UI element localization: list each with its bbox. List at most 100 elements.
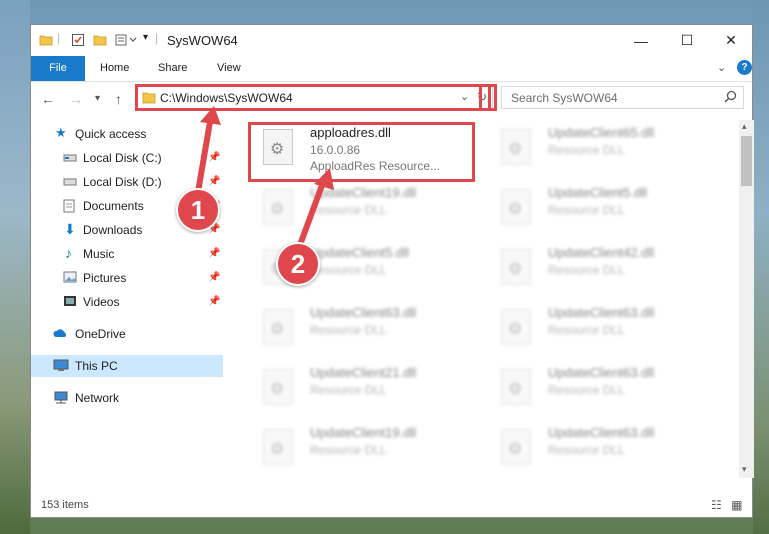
network-icon bbox=[53, 391, 68, 404]
sidebar-item-label: Videos bbox=[83, 295, 120, 309]
tab-file[interactable]: File bbox=[31, 56, 85, 81]
pin-icon: 📌 bbox=[208, 272, 221, 283]
sidebar-item-network[interactable]: Network bbox=[31, 387, 223, 409]
file-name: UpdateClient63.dll bbox=[310, 305, 417, 320]
file-name: UpdateClient19.dll bbox=[310, 425, 417, 440]
file-description: Resource DLL bbox=[548, 323, 625, 337]
sidebar-item-label: Music bbox=[83, 247, 115, 261]
details-view-icon[interactable]: ☷ bbox=[711, 498, 722, 512]
new-folder-icon[interactable] bbox=[93, 33, 107, 49]
file-description: Resource DLL bbox=[310, 443, 387, 457]
drive-icon bbox=[63, 175, 77, 188]
tab-view[interactable]: View bbox=[217, 56, 241, 81]
gear-icon: ⚙ bbox=[508, 321, 523, 338]
dll-file-icon: ⚙ bbox=[501, 189, 531, 225]
customize-toolbar-icon[interactable] bbox=[115, 33, 137, 49]
downloads-icon: ⬇ bbox=[64, 221, 76, 237]
search-icon[interactable] bbox=[724, 90, 737, 106]
dll-file-icon: ⚙ bbox=[501, 369, 531, 405]
help-icon[interactable]: ? bbox=[737, 60, 752, 75]
file-description: Resource DLL bbox=[310, 203, 387, 217]
large-icons-view-icon[interactable]: ▦ bbox=[731, 498, 742, 512]
close-button[interactable]: ✕ bbox=[708, 25, 754, 56]
star-icon: ★ bbox=[55, 125, 67, 140]
videos-icon bbox=[63, 295, 77, 308]
pin-icon: 📌 bbox=[208, 152, 221, 163]
separator: | bbox=[155, 31, 159, 45]
scroll-down-icon[interactable]: ▾ bbox=[742, 464, 747, 475]
dll-file-icon: ⚙ bbox=[501, 129, 531, 165]
expand-ribbon-icon[interactable]: ⌄ bbox=[717, 61, 726, 74]
search-input[interactable]: Search SysWOW64 bbox=[511, 91, 618, 105]
dll-file-icon: ⚙ bbox=[501, 249, 531, 285]
sidebar-item-this-pc[interactable]: This PC bbox=[31, 355, 223, 377]
sidebar-item-quick-access[interactable]: ★ Quick access bbox=[31, 123, 223, 145]
file-description: Resource DLL bbox=[548, 263, 625, 277]
file-item[interactable]: ⚙ UpdateClient63.dll Resource DLL bbox=[489, 305, 709, 365]
file-name: UpdateClient21.dll bbox=[310, 365, 417, 380]
explorer-window: | ▾ | SysWOW64 — ☐ ✕ File Home Share Vie… bbox=[30, 24, 754, 518]
file-item[interactable]: ⚙ UpdateClient19.dll Resource DLL bbox=[251, 185, 471, 245]
file-item[interactable]: ⚙ UpdateClient63.dll Resource DLL bbox=[251, 305, 471, 365]
back-arrow-icon[interactable]: ← bbox=[41, 91, 55, 107]
tab-share[interactable]: Share bbox=[158, 56, 187, 81]
sidebar-item-local-disk-c[interactable]: Local Disk (C:) 📌 bbox=[31, 147, 223, 169]
sidebar-item-videos[interactable]: Videos 📌 bbox=[31, 291, 223, 313]
sidebar-item-pictures[interactable]: Pictures 📌 bbox=[31, 267, 223, 289]
tab-home[interactable]: Home bbox=[100, 56, 129, 81]
file-item[interactable]: ⚙ UpdateClient42.dll Resource DLL bbox=[489, 245, 709, 305]
file-item[interactable]: ⚙ UpdateClient21.dll Resource DLL bbox=[251, 365, 471, 425]
file-item[interactable]: ⚙ UpdateClient63.dll Resource DLL bbox=[489, 425, 709, 476]
sidebar-item-label: Local Disk (D:) bbox=[83, 175, 162, 189]
file-description: Resource DLL bbox=[310, 323, 387, 337]
sidebar-item-label: Network bbox=[75, 391, 120, 405]
search-box[interactable]: Search SysWOW64 bbox=[501, 86, 744, 109]
dll-file-icon: ⚙ bbox=[263, 429, 293, 465]
pictures-icon bbox=[63, 271, 77, 284]
file-name: UpdateClient63.dll bbox=[548, 365, 655, 380]
scrollbar-thumb[interactable] bbox=[741, 136, 752, 186]
maximize-button[interactable]: ☐ bbox=[664, 25, 710, 56]
onedrive-icon bbox=[53, 327, 67, 340]
file-name: UpdateClient65.dll bbox=[548, 125, 655, 140]
properties-icon[interactable] bbox=[71, 33, 85, 49]
dll-file-icon: ⚙ bbox=[263, 189, 293, 225]
file-name: UpdateClient5.dll bbox=[310, 245, 410, 260]
file-item[interactable]: ⚙ UpdateClient65.dll Resource DLL bbox=[489, 125, 709, 185]
file-description: Resource DLL bbox=[310, 263, 387, 277]
gear-icon: ⚙ bbox=[508, 381, 523, 398]
gear-icon: ⚙ bbox=[270, 201, 285, 218]
desktop-background-left bbox=[0, 0, 30, 534]
sidebar-item-onedrive[interactable]: OneDrive bbox=[31, 323, 223, 345]
file-item[interactable]: ⚙ UpdateClient5.dll Resource DLL bbox=[489, 185, 709, 245]
sidebar-item-music[interactable]: ♪ Music 📌 bbox=[31, 243, 223, 265]
music-icon: ♪ bbox=[65, 245, 72, 261]
gear-icon: ⚙ bbox=[270, 321, 285, 338]
recent-locations-icon[interactable]: ▾ bbox=[95, 93, 100, 104]
dropdown-arrow-icon[interactable]: ▾ bbox=[143, 32, 148, 48]
pin-icon: 📌 bbox=[208, 296, 221, 307]
separator: | bbox=[57, 31, 61, 45]
gear-icon: ⚙ bbox=[508, 141, 523, 158]
gear-icon: ⚙ bbox=[508, 201, 523, 218]
documents-icon bbox=[63, 199, 77, 213]
gear-icon: ⚙ bbox=[508, 441, 523, 458]
file-description: Resource DLL bbox=[548, 443, 625, 457]
forward-arrow-icon[interactable]: → bbox=[69, 91, 83, 107]
sidebar-item-label: This PC bbox=[75, 359, 118, 373]
scroll-up-icon[interactable]: ▴ bbox=[742, 121, 747, 132]
gear-icon: ⚙ bbox=[270, 441, 285, 458]
up-arrow-icon[interactable]: ↑ bbox=[115, 91, 122, 107]
file-item[interactable]: ⚙ UpdateClient19.dll Resource DLL bbox=[251, 425, 471, 476]
file-item[interactable]: ⚙ UpdateClient63.dll Resource DLL bbox=[489, 365, 709, 425]
file-name: UpdateClient5.dll bbox=[548, 185, 648, 200]
sidebar-item-label: Local Disk (C:) bbox=[83, 151, 162, 165]
minimize-button[interactable]: — bbox=[618, 25, 664, 56]
file-name: UpdateClient63.dll bbox=[548, 305, 655, 320]
pc-icon bbox=[53, 359, 69, 372]
file-description: Resource DLL bbox=[548, 383, 625, 397]
refresh-highlight-box bbox=[479, 84, 497, 111]
file-name: UpdateClient63.dll bbox=[548, 425, 655, 440]
vertical-scrollbar[interactable]: ▴ ▾ bbox=[739, 120, 754, 478]
sidebar-item-label: Documents bbox=[83, 199, 144, 213]
